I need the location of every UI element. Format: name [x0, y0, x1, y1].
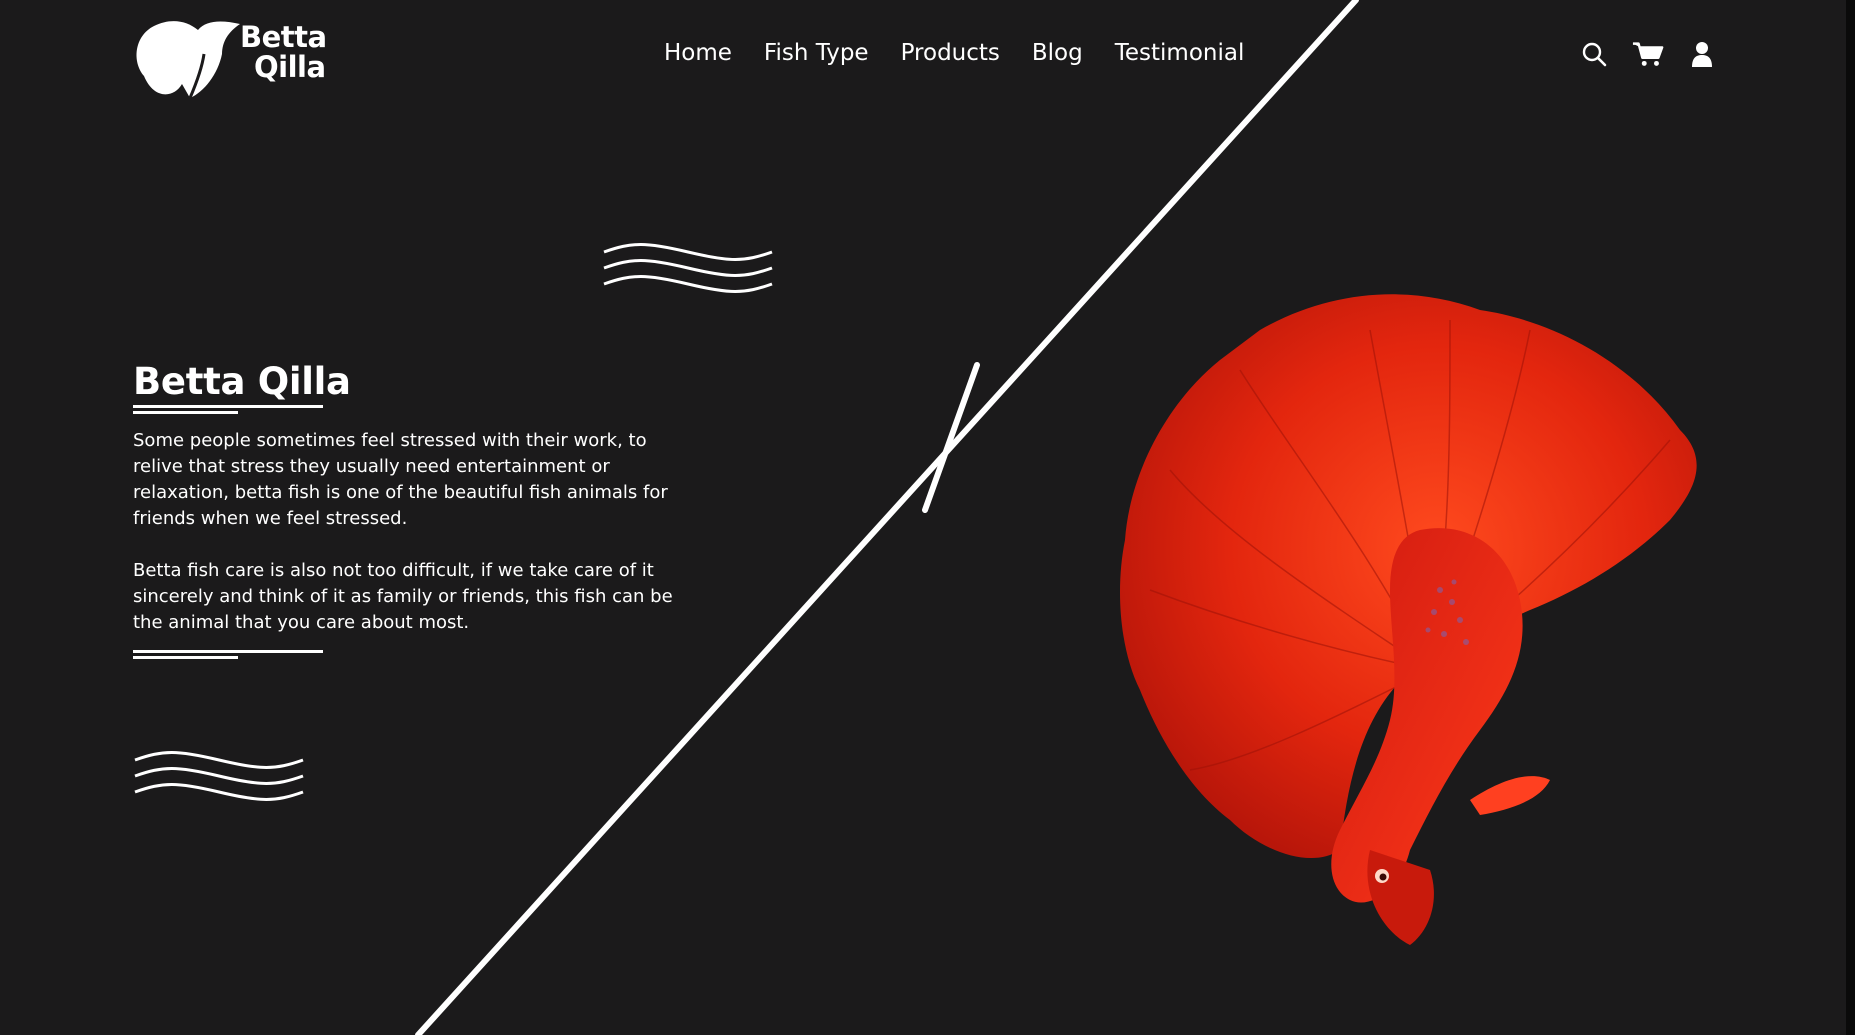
nav-blog[interactable]: Blog — [1032, 36, 1083, 70]
title-underline-short — [133, 411, 238, 414]
fish-logo-icon — [136, 21, 240, 99]
title-underline-long — [133, 405, 323, 408]
search-icon[interactable] — [1578, 38, 1610, 70]
hero-title: Betta Qilla — [133, 360, 351, 403]
page-right-edge — [1846, 0, 1855, 1035]
hero-paragraph-2: Betta fish care is also not too difficul… — [133, 560, 673, 633]
short-diagonal-line — [922, 362, 980, 513]
cart-icon[interactable] — [1632, 38, 1664, 70]
user-icon[interactable] — [1686, 38, 1718, 70]
main-nav: Home Fish Type Products Blog Testimonial — [664, 36, 1244, 70]
brand-logo[interactable]: Betta Qilla — [130, 14, 330, 104]
nav-products[interactable]: Products — [901, 36, 1000, 70]
nav-testimonial[interactable]: Testimonial — [1115, 36, 1245, 70]
betta-fish-image — [1120, 294, 1697, 945]
header-actions — [1578, 38, 1718, 70]
landing-page: Betta Qilla Home Fish Type Products Blog… — [0, 0, 1855, 1035]
nav-fish-type[interactable]: Fish Type — [764, 36, 869, 70]
hero-paragraph-1: Some people sometimes feel stressed with… — [133, 430, 668, 529]
nav-home[interactable]: Home — [664, 36, 732, 70]
brand-line-2: Qilla — [254, 50, 326, 84]
paragraph-underline-short — [133, 656, 238, 659]
wave-decoration-top — [603, 243, 773, 293]
brand-wordmark: Betta Qilla — [240, 22, 327, 82]
wave-decoration-bottom — [134, 751, 304, 801]
brand-line-1: Betta — [240, 20, 327, 54]
paragraph-underline-long — [133, 650, 323, 653]
